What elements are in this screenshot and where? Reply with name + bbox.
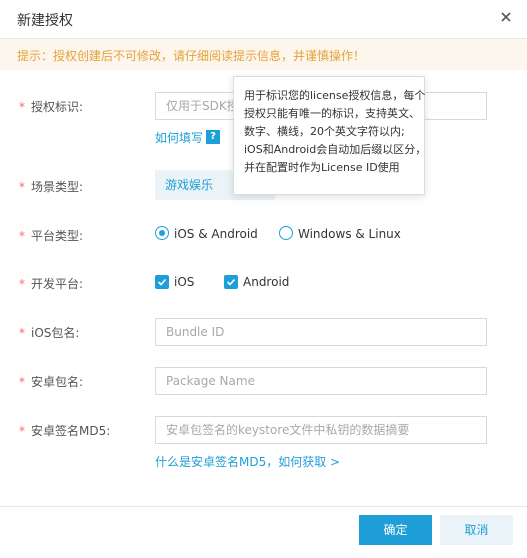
dev-platform-label: * 开发平台: (19, 277, 84, 291)
close-icon[interactable] (497, 8, 515, 26)
tooltip-line: 授权只能有唯一的标识，支持英文、 (244, 107, 420, 120)
ios-bundle-input[interactable] (155, 318, 487, 346)
ios-bundle-label: * iOS包名: (19, 326, 80, 340)
radio-windows-linux-label[interactable]: Windows & Linux (298, 227, 401, 241)
notice-text: 提示：授权创建后不可修改，请仔细阅读提示信息，并谨慎操作！ (17, 49, 366, 63)
android-package-label: * 安卓包名: (19, 375, 84, 389)
android-md5-input[interactable] (155, 416, 487, 444)
warning-notice: 提示：授权创建后不可修改，请仔细阅读提示信息，并谨慎操作！ (0, 39, 527, 70)
what-is-md5-link[interactable]: 什么是安卓签名MD5，如何获取 > (155, 453, 340, 470)
how-to-fill-link[interactable]: 如何填写 (155, 129, 203, 146)
checkbox-android[interactable] (224, 275, 238, 289)
checkbox-ios-label[interactable]: iOS (174, 275, 194, 289)
tooltip-line: 用于标识您的license授权信息，每个 (244, 89, 426, 102)
radio-ios-android[interactable] (155, 226, 169, 240)
license-id-label: * 授权标识: (19, 100, 84, 114)
cancel-button[interactable]: 取消 (440, 515, 513, 545)
android-md5-label: * 安卓签名MD5: (19, 424, 111, 438)
platform-type-label: * 平台类型: (19, 229, 84, 243)
tooltip-line: 并在配置时作为License ID使用 (244, 161, 400, 174)
android-package-input[interactable] (155, 367, 487, 395)
checkbox-ios[interactable] (155, 275, 169, 289)
tooltip-line: iOS和Android会自动加后缀以区分， (244, 143, 427, 156)
checkbox-android-label[interactable]: Android (243, 275, 289, 289)
license-id-tooltip: 用于标识您的license授权信息，每个 授权只能有唯一的标识，支持英文、 数字… (233, 76, 427, 195)
tooltip-line: 数字、横线，20个英文字符以内; (244, 125, 405, 138)
dialog-header: 新建授权 (0, 0, 527, 39)
confirm-button[interactable]: 确定 (359, 515, 432, 545)
dialog-title: 新建授权 (17, 13, 73, 29)
radio-ios-android-label[interactable]: iOS & Android (174, 227, 258, 241)
scene-label: * 场景类型: (19, 180, 84, 194)
radio-windows-linux[interactable] (279, 226, 293, 240)
help-question-icon[interactable]: ? (206, 130, 220, 144)
check-icon (226, 278, 236, 286)
create-license-dialog: 新建授权 提示：授权创建后不可修改，请仔细阅读提示信息，并谨慎操作！ * 授权标识… (0, 0, 527, 557)
check-icon (157, 278, 167, 286)
